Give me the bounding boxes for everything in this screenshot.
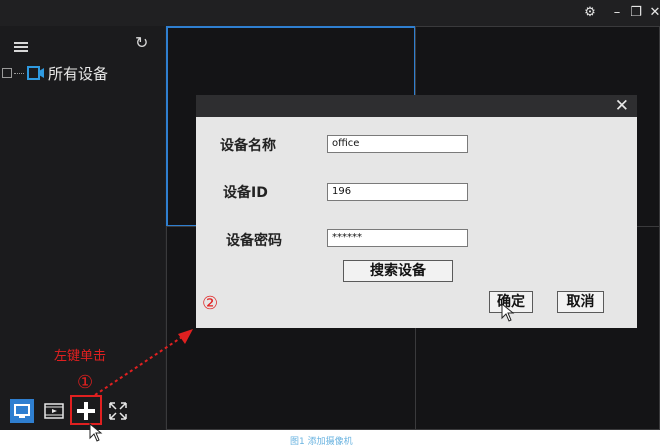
settings-gear-icon[interactable]: ⚙: [580, 4, 600, 22]
device-password-label: 设备密码: [226, 233, 282, 249]
device-id-input[interactable]: 196: [327, 183, 468, 201]
add-device-dialog: ✕ 设备名称 office 设备ID 196 设备密码 ****** 搜索设备 …: [196, 95, 637, 328]
step-2-marker: ②: [202, 293, 219, 314]
annotation-arrow: [94, 329, 193, 396]
restore-button[interactable]: ❐: [626, 4, 646, 22]
close-button[interactable]: ✕: [645, 4, 660, 22]
dialog-close-icon[interactable]: ✕: [615, 96, 629, 116]
device-id-label: 设备ID: [223, 185, 268, 201]
figure-caption: 图1 添加摄像机: [290, 437, 353, 447]
tree-expander-icon[interactable]: [2, 68, 12, 78]
device-tree-root[interactable]: 所有设备: [2, 62, 108, 84]
cancel-button[interactable]: 取消: [557, 291, 604, 313]
device-name-input[interactable]: office: [327, 135, 468, 153]
tree-connector: [14, 72, 24, 74]
minimize-button[interactable]: –: [607, 4, 627, 22]
camera-icon: [27, 66, 44, 80]
mouse-cursor-icon: [89, 423, 103, 442]
dialog-title-bar: ✕: [196, 95, 637, 117]
search-device-button[interactable]: 搜索设备: [343, 260, 453, 282]
device-name-label: 设备名称: [220, 138, 276, 154]
refresh-icon[interactable]: ↻: [135, 34, 153, 52]
fullscreen-icon[interactable]: [106, 399, 130, 423]
mouse-cursor-icon: [501, 303, 515, 322]
playback-film-icon[interactable]: [42, 399, 66, 423]
menu-icon[interactable]: [14, 42, 28, 52]
live-view-monitor-icon[interactable]: [10, 399, 34, 423]
title-bar: ⚙ – ❐ ✕: [0, 0, 660, 26]
tree-root-label: 所有设备: [48, 64, 109, 83]
device-password-input[interactable]: ******: [327, 229, 468, 247]
